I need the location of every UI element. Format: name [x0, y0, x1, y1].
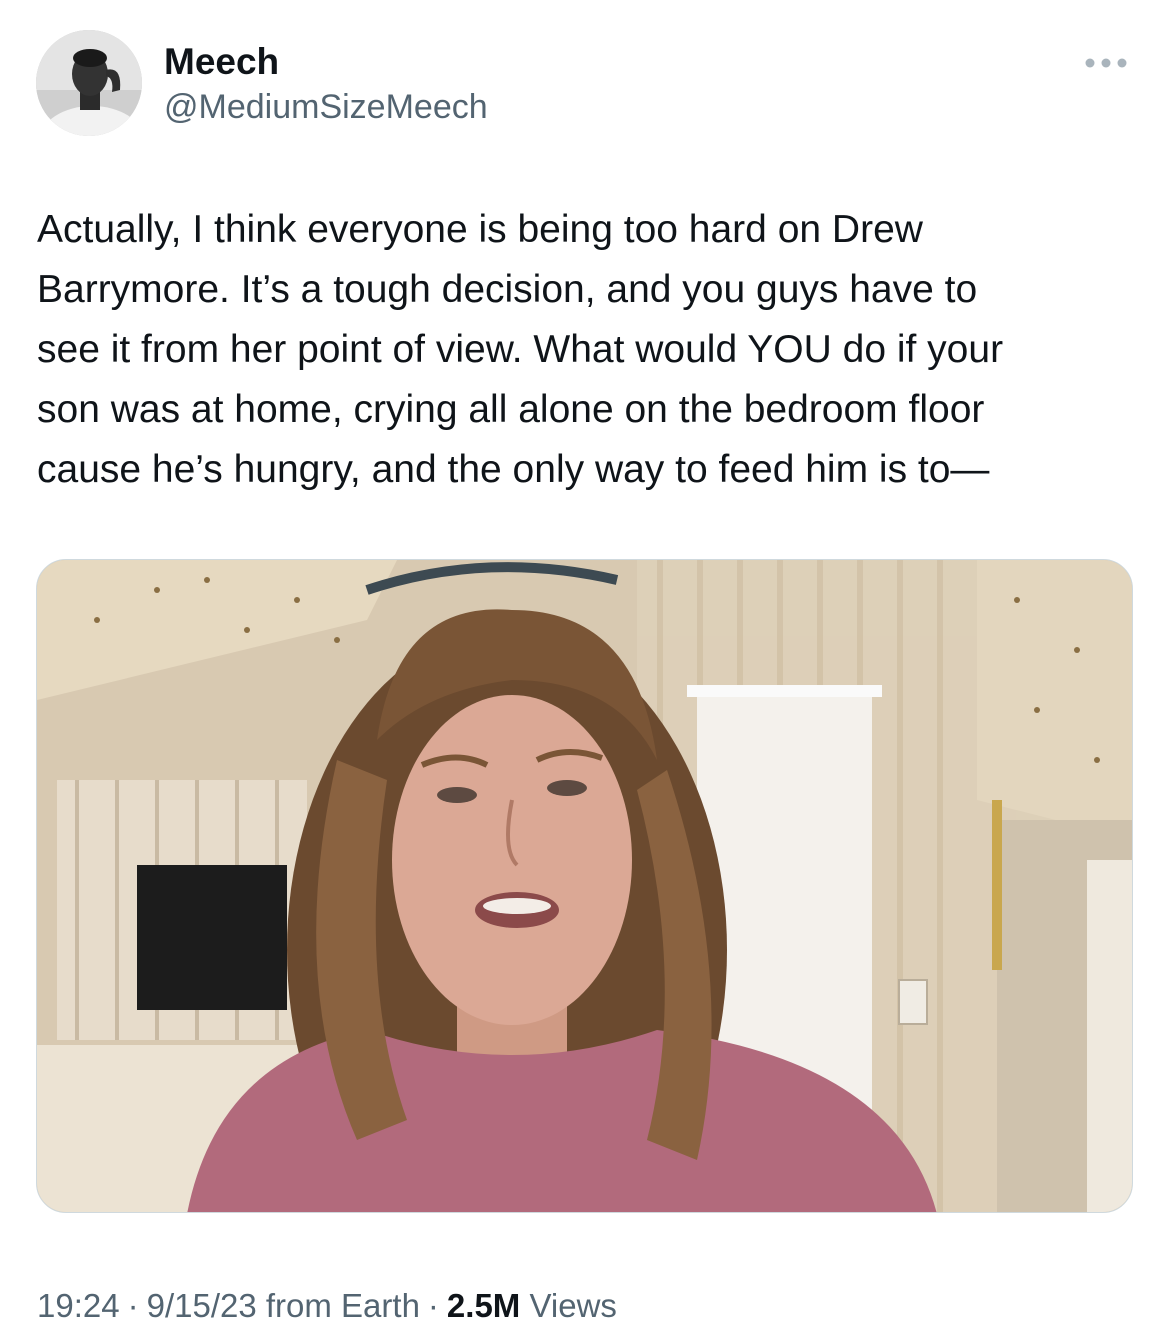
- views-label: Views: [529, 1287, 617, 1324]
- tweet-time[interactable]: 19:24: [37, 1287, 120, 1324]
- profile-photo-icon: [36, 30, 142, 136]
- tweet-date[interactable]: 9/15/23: [147, 1287, 257, 1324]
- video-still-image: [37, 560, 1132, 1212]
- author-handle[interactable]: @MediumSizeMeech: [164, 86, 488, 128]
- more-horizontal-icon[interactable]: [1080, 52, 1132, 74]
- tweet-media[interactable]: [36, 559, 1133, 1213]
- author-display-name[interactable]: Meech: [164, 40, 279, 84]
- tweet-source: from Earth: [265, 1287, 420, 1324]
- tweet-meta: 19:24 · 9/15/23 from Earth · 2.5M Views: [37, 1284, 617, 1328]
- views-count[interactable]: 2.5M: [447, 1287, 520, 1324]
- tweet-text: Actually, I think everyone is being too …: [37, 208, 1004, 491]
- meta-separator: ·: [127, 1287, 139, 1324]
- avatar[interactable]: [36, 30, 142, 136]
- meta-separator-2: ·: [427, 1287, 439, 1324]
